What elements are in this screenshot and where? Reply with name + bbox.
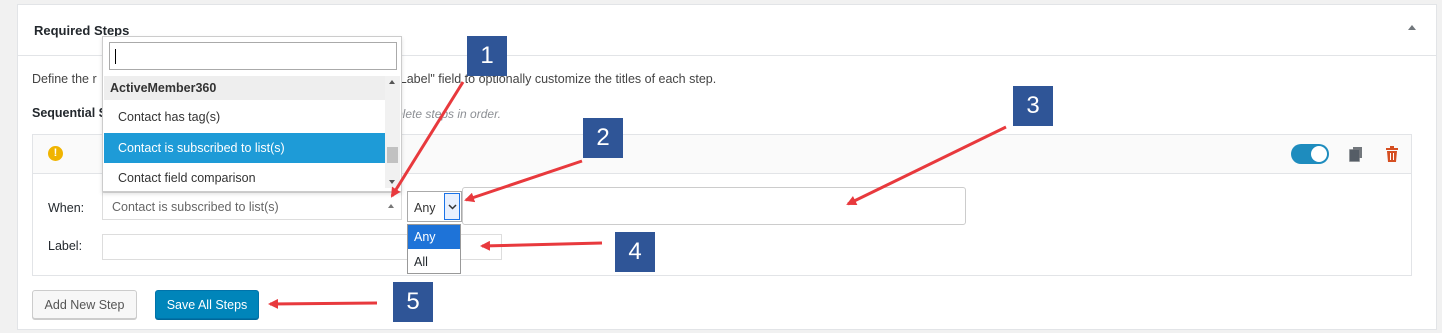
callout-3: 3 xyxy=(1013,86,1053,126)
callout-2: 2 xyxy=(583,118,623,158)
callout-4: 4 xyxy=(615,232,655,272)
arrow-4 xyxy=(480,240,603,251)
arrow-1 xyxy=(390,81,465,198)
callout-5: 5 xyxy=(393,282,433,322)
arrow-5 xyxy=(268,298,378,309)
callout-1: 1 xyxy=(467,36,507,76)
arrow-3 xyxy=(846,125,1007,206)
annotation-arrows xyxy=(268,81,1007,309)
arrow-2 xyxy=(464,159,583,203)
